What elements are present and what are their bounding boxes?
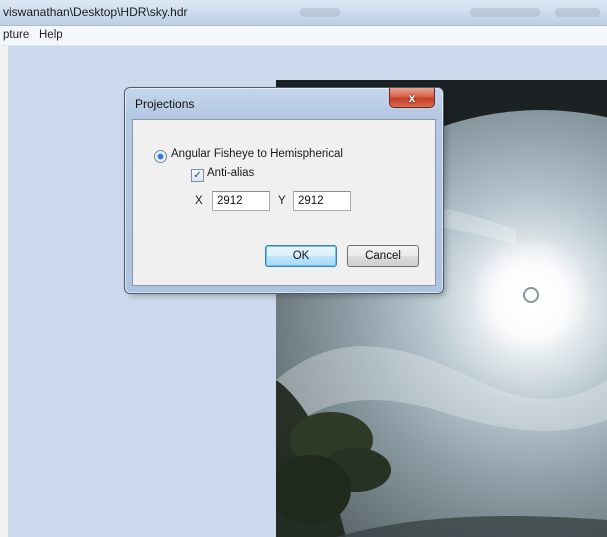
- projections-dialog: Projections x Angular Fisheye to Hemisph…: [124, 87, 444, 294]
- dialog-body: Angular Fisheye to Hemispherical ✓ Anti-…: [132, 119, 436, 286]
- antialias-checkbox[interactable]: ✓: [191, 169, 204, 182]
- antialias-label[interactable]: Anti-alias: [207, 167, 254, 179]
- close-icon: x: [408, 90, 416, 105]
- cancel-button[interactable]: Cancel: [347, 245, 419, 267]
- y-size-input[interactable]: [293, 191, 351, 211]
- ok-button[interactable]: OK: [265, 245, 337, 267]
- y-label: Y: [278, 195, 286, 207]
- blurred-title-region: [555, 8, 600, 17]
- window-left-edge: [0, 46, 8, 537]
- checkmark-icon: ✓: [193, 169, 202, 181]
- x-label: X: [195, 195, 203, 207]
- window-title: viswanathan\Desktop\HDR\sky.hdr: [3, 5, 188, 19]
- dialog-close-button[interactable]: x: [389, 88, 435, 108]
- blurred-title-region: [300, 8, 340, 17]
- dialog-title: Projections: [135, 97, 195, 111]
- window-titlebar: viswanathan\Desktop\HDR\sky.hdr: [0, 0, 607, 26]
- x-size-input[interactable]: [212, 191, 270, 211]
- projection-option-label[interactable]: Angular Fisheye to Hemispherical: [171, 148, 343, 160]
- menu-item-capture[interactable]: pture: [3, 29, 29, 41]
- radio-selected-icon[interactable]: [154, 150, 167, 163]
- blurred-title-region: [470, 8, 540, 17]
- menu-item-help[interactable]: Help: [39, 29, 63, 41]
- menu-bar: pture Help: [0, 26, 607, 46]
